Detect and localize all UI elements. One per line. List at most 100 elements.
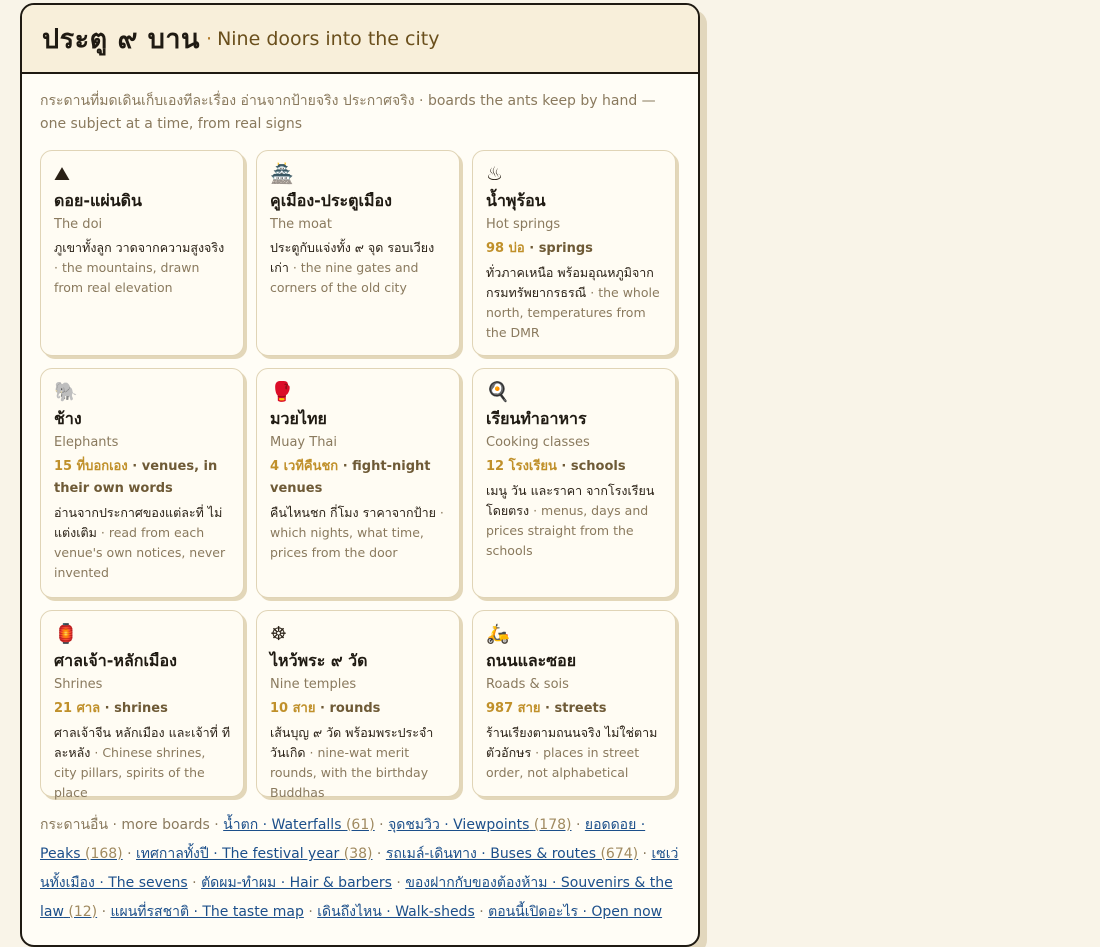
more-boards: กระดานอื่น · more boards · น้ำตก · Water… bbox=[40, 811, 684, 927]
dharma-wheel-icon: ☸ bbox=[270, 623, 288, 645]
link-separator: · bbox=[571, 817, 585, 833]
board-subtitle: The doi bbox=[54, 217, 103, 232]
board-title: ถนนและซอย bbox=[486, 651, 577, 670]
stat-separator: · bbox=[127, 459, 142, 474]
stat-separator: · bbox=[524, 241, 539, 256]
board-description: ทั่วภาคเหนือ พร้อมอุณหภูมิจากกรมทรัพยากร… bbox=[486, 263, 663, 343]
more-board-link[interactable]: ตัดผม-ทำผม · Hair & barbers bbox=[201, 875, 392, 891]
more-board-link-count: (12) bbox=[68, 904, 98, 920]
board-title: ช้าง bbox=[54, 409, 82, 428]
page-title-en: Nine doors into the city bbox=[217, 27, 440, 50]
board-stat: 12 โรงเรียน · schools bbox=[486, 456, 663, 478]
board-subtitle: Cooking classes bbox=[486, 435, 590, 450]
board-stat: 10 สาย · rounds bbox=[270, 698, 447, 720]
board-subtitle: Nine temples bbox=[270, 677, 357, 692]
board-subtitle: Muay Thai bbox=[270, 435, 338, 450]
more-board-link-count: (178) bbox=[533, 817, 572, 833]
more-board-link-label: แผนที่รสชาติ · The taste map bbox=[110, 904, 304, 920]
link-separator: · bbox=[374, 817, 389, 833]
more-board-link-count: (38) bbox=[343, 846, 373, 862]
link-separator: · bbox=[303, 904, 318, 920]
description-separator: · bbox=[54, 260, 62, 275]
board-description: เมนู วัน และราคา จากโรงเรียนโดยตรง · men… bbox=[486, 481, 663, 561]
board-description-en: which nights, what time, prices from the… bbox=[270, 525, 424, 560]
more-board-link[interactable]: แผนที่รสชาติ · The taste map bbox=[110, 904, 303, 920]
board-description-th: คืนไหนชก กี่โมง ราคาจากป้าย bbox=[270, 505, 436, 520]
board-stat-count: 15 ที่บอกเอง bbox=[54, 459, 128, 474]
board-card[interactable]: 🏮 ศาลเจ้า-หลักเมือง Shrines 21 ศาล · shrine… bbox=[40, 610, 244, 800]
board-stat-count: 98 บ่อ bbox=[486, 241, 525, 256]
board-description: ศาลเจ้าจีน หลักเมือง และเจ้าที่ ทีละหลัง… bbox=[54, 723, 231, 803]
link-separator: · bbox=[97, 904, 111, 920]
more-board-link-count: (61) bbox=[345, 817, 375, 833]
more-board-link-label: เทศกาลทั้งปี · The festival year bbox=[136, 846, 340, 862]
description-separator: · bbox=[90, 745, 103, 760]
board-card[interactable]: ♨ น้ำพุร้อน Hot springs 98 บ่อ · springs ทั่… bbox=[472, 150, 676, 356]
board-title: น้ำพุร้อน bbox=[486, 191, 546, 210]
more-board-link-label: ตัดผม-ทำผม · Hair & barbers bbox=[201, 875, 392, 891]
board-title: ศาลเจ้า-หลักเมือง bbox=[54, 651, 177, 670]
more-board-link-count: (674) bbox=[600, 846, 639, 862]
board-title: ไหว้พระ ๙ วัด bbox=[270, 651, 368, 670]
description-separator: · bbox=[96, 525, 109, 540]
board-card[interactable]: 🏯 คูเมือง-ประตูเมือง The moat ประตูกับแจ่งท… bbox=[256, 150, 460, 356]
board-description: ภูเขาทั้งลูก วาดจากความสูงจริง · the mou… bbox=[54, 238, 231, 298]
cooking-icon: 🍳 bbox=[486, 381, 510, 403]
title-separator: · bbox=[206, 27, 213, 50]
board-description-en: the mountains, drawn from real elevation bbox=[54, 260, 200, 295]
board-stat-count: 4 เวทีคืนชก bbox=[270, 459, 339, 474]
boards-panel: ประตู ๙ บาน · Nine doors into the city ก… bbox=[20, 3, 700, 947]
board-stat-count: 987 สาย bbox=[486, 701, 541, 716]
description-separator: · bbox=[586, 285, 599, 300]
board-stat-label: shrines bbox=[114, 701, 168, 716]
more-board-link-label: จุดชมวิว · Viewpoints bbox=[388, 817, 530, 833]
board-stat: 15 ที่บอกเอง · venues, in their own word… bbox=[54, 456, 231, 500]
description-separator: · bbox=[435, 505, 444, 520]
panel-header: ประตู ๙ บาน · Nine doors into the city bbox=[22, 5, 698, 74]
link-separator: · bbox=[187, 875, 202, 891]
board-title: คูเมือง-ประตูเมือง bbox=[270, 191, 392, 210]
link-separator: · bbox=[638, 846, 652, 862]
board-stat-label: schools bbox=[570, 459, 626, 474]
board-stat: 4 เวทีคืนชก · fight-night venues bbox=[270, 456, 447, 500]
board-description: อ่านจากประกาศของแต่ละที่ ไม่แต่งเติม · r… bbox=[54, 503, 231, 583]
more-board-link[interactable]: รถเมล์-เดินทาง · Buses & routes (674) bbox=[386, 846, 638, 862]
board-card[interactable]: ☸ ไหว้พระ ๙ วัด Nine temples 10 สาย · round… bbox=[256, 610, 460, 800]
boxing-glove-icon: 🥊 bbox=[270, 381, 294, 403]
board-title: ดอย-แผ่นดิน bbox=[54, 191, 142, 210]
more-board-link[interactable]: เดินถึงไหน · Walk-sheds bbox=[317, 904, 475, 920]
link-separator: · bbox=[474, 904, 489, 920]
more-board-link-label: รถเมล์-เดินทาง · Buses & routes bbox=[385, 846, 596, 862]
board-card[interactable]: 🥊 มวยไทย Muay Thai 4 เวทีคืนชก · fight-nigh… bbox=[256, 368, 460, 598]
stat-separator: · bbox=[315, 701, 330, 716]
more-board-link[interactable]: จุดชมวิว · Viewpoints (178) bbox=[388, 817, 571, 833]
board-subtitle: Hot springs bbox=[486, 217, 561, 232]
board-subtitle: Shrines bbox=[54, 677, 103, 692]
lantern-icon: 🏮 bbox=[54, 623, 78, 645]
board-stat: 987 สาย · streets bbox=[486, 698, 663, 720]
stat-separator: · bbox=[556, 459, 571, 474]
board-description: ร้านเรียงตามถนนจริง ไม่ใช่ตามตัวอักษร · … bbox=[486, 723, 663, 783]
board-stat-count: 12 โรงเรียน bbox=[486, 459, 557, 474]
board-card[interactable]: 🛵 ถนนและซอย Roads & sois 987 สาย · streets ร… bbox=[472, 610, 676, 797]
more-board-link[interactable]: น้ำตก · Waterfalls (61) bbox=[223, 817, 375, 833]
board-description: เส้นบุญ ๙ วัด พร้อมพระประจำวันเกิด · nin… bbox=[270, 723, 447, 803]
stat-separator: · bbox=[100, 701, 115, 716]
more-board-link-label: ตอนนี้เปิดอะไร · Open now bbox=[488, 904, 663, 920]
more-board-link-count: (168) bbox=[85, 846, 123, 862]
board-stat-count: 10 สาย bbox=[270, 701, 316, 716]
more-board-link-label: น้ำตก · Waterfalls bbox=[223, 817, 342, 833]
stat-separator: · bbox=[338, 459, 353, 474]
board-card[interactable]: ⛰ ดอย-แผ่นดิน The doi ภูเขาทั้งลูก วาดจากคว… bbox=[40, 150, 244, 356]
board-stat-count: 21 ศาล bbox=[54, 701, 101, 716]
more-board-link[interactable]: เทศกาลทั้งปี · The festival year (38) bbox=[136, 846, 372, 862]
mountain-icon: ⛰ bbox=[54, 163, 70, 185]
more-boards-label: กระดานอื่น · more boards bbox=[40, 817, 210, 833]
more-board-link[interactable]: ตอนนี้เปิดอะไร · Open now bbox=[488, 904, 662, 920]
board-stat: 21 ศาล · shrines bbox=[54, 698, 231, 720]
board-card[interactable]: 🐘 ช้าง Elephants 15 ที่บอกเอง · venues, in … bbox=[40, 368, 244, 598]
board-grid: ⛰ ดอย-แผ่นดิน The doi ภูเขาทั้งลูก วาดจากคว… bbox=[40, 150, 698, 800]
page-title-th: ประตู ๙ บาน bbox=[42, 24, 201, 55]
board-card[interactable]: 🍳 เรียนทำอาหาร Cooking classes 12 โรงเรียน … bbox=[472, 368, 676, 598]
castle-icon: 🏯 bbox=[270, 163, 294, 185]
